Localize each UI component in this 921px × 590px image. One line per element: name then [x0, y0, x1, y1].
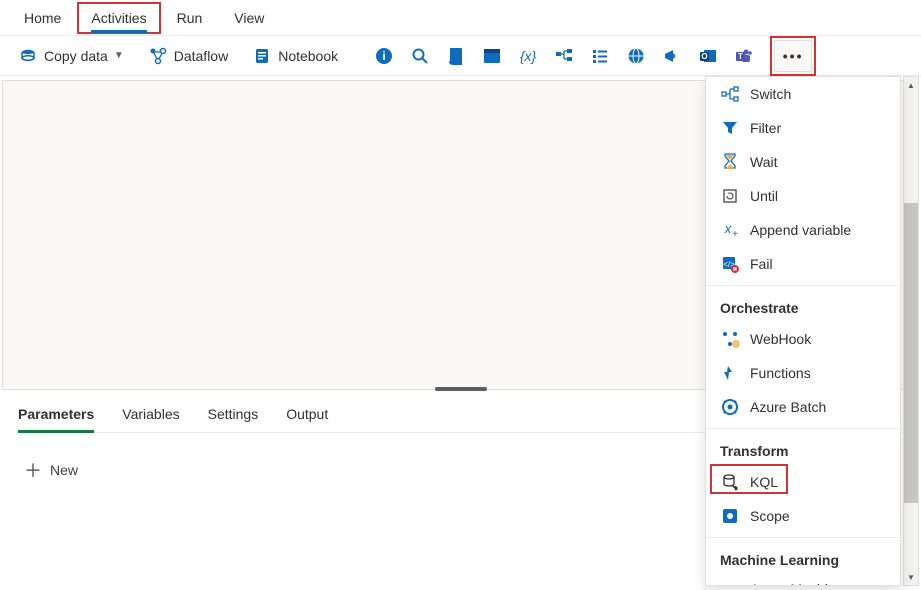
ribbon-toolbar: Copy data ▼ Dataflow Notebook i {x}	[0, 36, 921, 76]
wait-icon	[720, 152, 740, 172]
dd-label: Append variable	[750, 222, 851, 238]
notebook-label: Notebook	[278, 48, 338, 64]
dataflow-icon	[148, 46, 168, 66]
resize-handle[interactable]	[435, 387, 487, 391]
dd-item-until[interactable]: Until	[706, 179, 900, 213]
variable-icon[interactable]: {x}	[512, 40, 544, 72]
search-icon[interactable]	[404, 40, 436, 72]
copy-data-button[interactable]: Copy data ▼	[8, 42, 134, 70]
tab-run[interactable]: Run	[161, 2, 219, 34]
dd-label: Switch	[750, 86, 791, 102]
scroll-down-arrow[interactable]: ▼	[904, 569, 918, 585]
dd-label: WebHook	[750, 331, 811, 347]
copy-data-label: Copy data	[44, 48, 108, 64]
scroll-up-arrow[interactable]: ▲	[904, 77, 918, 93]
section-ml: Machine Learning	[706, 542, 900, 574]
svg-text:{x}: {x}	[520, 48, 537, 64]
filter-icon	[720, 118, 740, 138]
outlook-icon[interactable]: O	[692, 40, 724, 72]
append-variable-icon: x+	[720, 220, 740, 240]
dd-item-functions[interactable]: Functions	[706, 356, 900, 390]
dataflow-button[interactable]: Dataflow	[138, 42, 238, 70]
dd-label: Scope	[750, 508, 790, 524]
notebook-icon	[252, 46, 272, 66]
dd-label: Until	[750, 188, 778, 204]
scope-icon	[720, 506, 740, 526]
more-button-highlight: •••	[770, 36, 816, 76]
divider	[706, 285, 900, 286]
dd-item-fail[interactable]: </> Fail	[706, 247, 900, 281]
megaphone-icon[interactable]	[656, 40, 688, 72]
until-icon	[720, 186, 740, 206]
dd-label: Wait	[750, 154, 777, 170]
vertical-scrollbar[interactable]: ▲ ▼	[903, 76, 919, 586]
switch-icon	[720, 84, 740, 104]
tab-view[interactable]: View	[218, 2, 280, 34]
dd-item-filter[interactable]: Filter	[706, 111, 900, 145]
pipeline-icon[interactable]	[548, 40, 580, 72]
notebook-button[interactable]: Notebook	[242, 42, 348, 70]
ellipsis-icon: •••	[783, 48, 804, 64]
tab-parameters[interactable]: Parameters	[18, 402, 94, 432]
script-icon[interactable]	[440, 40, 472, 72]
kql-icon	[720, 472, 740, 492]
section-transform: Transform	[706, 433, 900, 465]
azure-batch-icon	[720, 397, 740, 417]
top-tab-bar: Home Activities Run View	[0, 0, 921, 36]
dd-item-azure-batch[interactable]: Azure Batch	[706, 390, 900, 424]
new-label: New	[50, 462, 78, 478]
dd-label: KQL	[750, 474, 778, 490]
tab-output[interactable]: Output	[286, 402, 328, 432]
divider	[706, 428, 900, 429]
divider	[706, 537, 900, 538]
scroll-thumb[interactable]	[904, 203, 918, 503]
dd-label: Functions	[750, 365, 811, 381]
tab-activities[interactable]: Activities	[77, 2, 160, 34]
list-icon[interactable]	[584, 40, 616, 72]
dd-item-scope[interactable]: Scope	[706, 499, 900, 533]
section-orchestrate: Orchestrate	[706, 290, 900, 322]
svg-text:i: i	[382, 49, 385, 63]
info-icon[interactable]: i	[368, 40, 400, 72]
functions-icon	[720, 363, 740, 383]
svg-text:x: x	[724, 221, 732, 236]
dataflow-label: Dataflow	[174, 48, 228, 64]
globe-icon[interactable]	[620, 40, 652, 72]
dd-item-azure-ml[interactable]: Azure Machine Learning	[706, 574, 900, 586]
svg-text:+: +	[732, 229, 738, 239]
dd-item-append-variable[interactable]: x+ Append variable	[706, 213, 900, 247]
dd-item-wait[interactable]: Wait	[706, 145, 900, 179]
fail-icon: </>	[720, 254, 740, 274]
tab-home[interactable]: Home	[8, 2, 77, 34]
svg-text:T: T	[738, 52, 743, 61]
copy-data-icon	[18, 46, 38, 66]
dd-item-switch[interactable]: Switch	[706, 77, 900, 111]
dd-label: Azure Batch	[750, 399, 826, 415]
dd-item-kql[interactable]: KQL	[706, 465, 900, 499]
dd-label: Azure Machine Learning	[750, 581, 886, 586]
tab-settings[interactable]: Settings	[208, 402, 259, 432]
chevron-down-icon: ▼	[114, 50, 124, 61]
dd-item-webhook[interactable]: WebHook	[706, 322, 900, 356]
webhook-icon	[720, 329, 740, 349]
stored-procedure-icon[interactable]	[476, 40, 508, 72]
tab-variables[interactable]: Variables	[122, 402, 179, 432]
dd-label: Fail	[750, 256, 773, 272]
teams-icon[interactable]: T	[728, 40, 760, 72]
activities-dropdown: Switch Filter Wait Until x+ Append varia…	[705, 76, 901, 586]
plus-icon: ＋	[24, 457, 42, 483]
svg-text:O: O	[702, 52, 708, 61]
more-activities-button[interactable]: •••	[774, 40, 812, 72]
dd-label: Filter	[750, 120, 781, 136]
